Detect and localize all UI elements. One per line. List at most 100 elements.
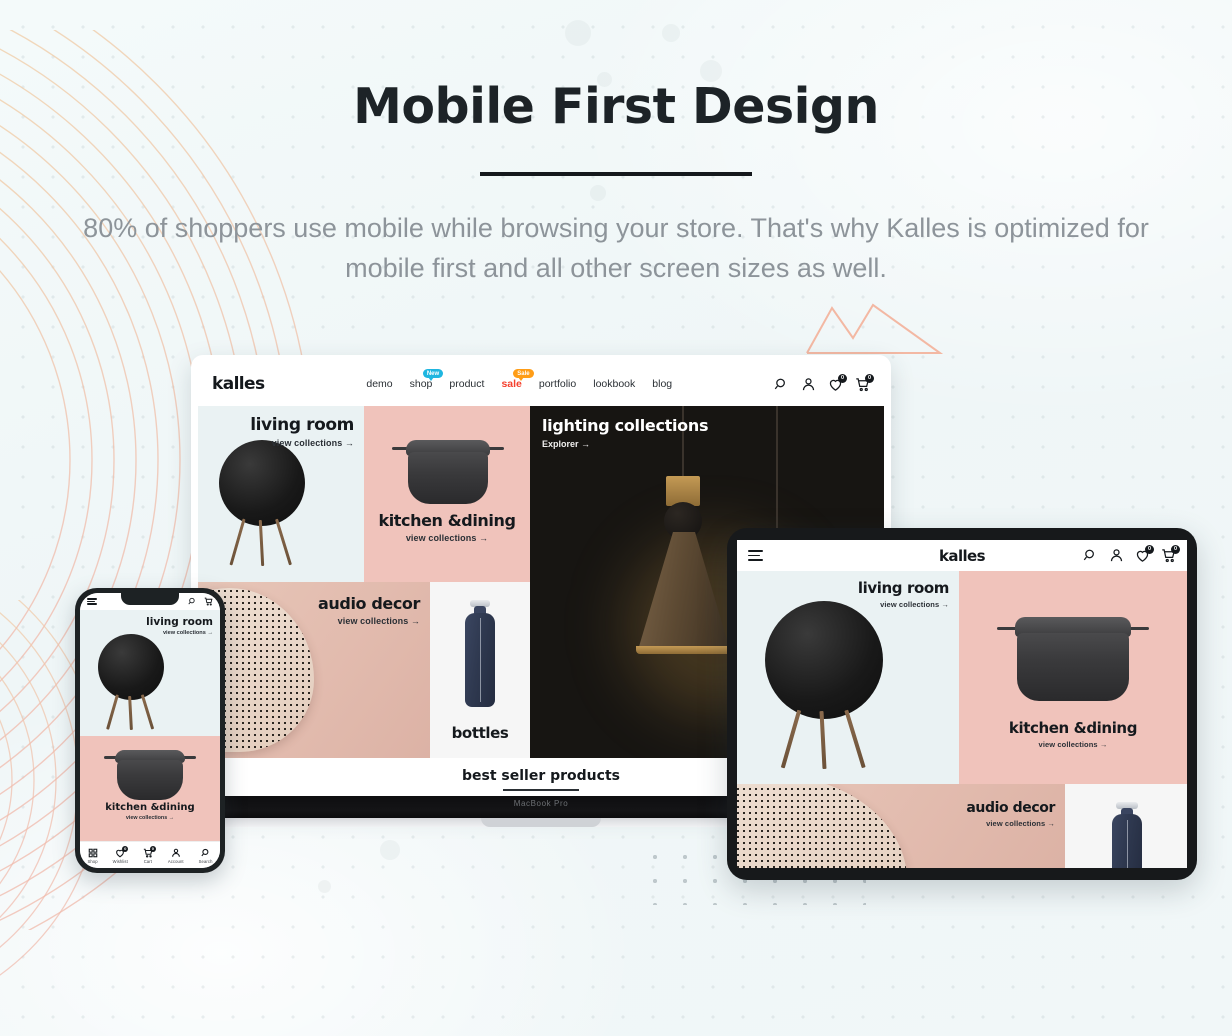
nav-item-label: portfolio [538,378,577,390]
nav-item-sale[interactable]: sale Sale [501,369,534,390]
title-underline [480,172,752,176]
phone-bottom-tabbar: Shop 0 Wishlist 0 Cart Account Search [80,841,220,868]
nav-item-shop[interactable]: shop New [410,369,444,390]
decor-blob [318,880,331,893]
cart-count: 0 [865,373,874,383]
collection-title: living room [857,579,949,597]
account-icon[interactable] [801,377,816,392]
laptop-notch [481,818,601,827]
collection-cta[interactable]: view collections → [80,815,220,821]
phone-screen: living room view collections → kitchen &… [80,593,220,868]
collection-caption: living room view collections → [146,616,213,636]
collection-cta[interactable]: Explorer → [542,439,708,449]
laptop-store-navbar: kalles demo shop New product sale Sale p… [198,362,884,406]
collection-card-bottles[interactable]: bottles [430,582,530,758]
mesh-speaker-illustration [737,784,907,868]
speaker-leg [229,518,246,566]
page-subtitle: 80% of shoppers use mobile while browsin… [83,213,1149,283]
speaker-leg [106,694,119,730]
lamp-base-collar [636,646,732,654]
collection-card-kitchen-dining[interactable]: kitchen &dining view collections → [959,571,1187,784]
nav-item-product[interactable]: product [449,378,484,390]
nav-item-label: demo [366,378,393,390]
store-logo[interactable]: kalles [212,374,265,394]
collection-title: kitchen &dining [1008,719,1138,737]
store-nav-links: demo shop New product sale Sale portfoli [366,369,672,390]
pot-illustration [104,744,196,802]
wishlist-heart-icon[interactable]: 0 [828,373,847,392]
phone-mockup: living room view collections → kitchen &… [75,588,225,873]
wishlist-heart-icon[interactable]: 0 [1135,545,1154,563]
tablet-hero-row-two: audio decor view collections → [737,784,1187,868]
collection-cta[interactable]: view collections → [858,600,949,609]
page-title: Mobile First Design [353,78,879,135]
speaker-leg [258,519,265,567]
speaker-leg [844,709,866,769]
grid-shop-icon [88,848,98,858]
collection-title: living room [250,415,354,435]
best-sellers-underline [503,788,579,791]
store-logo[interactable]: kalles [939,547,985,565]
account-icon[interactable] [1109,548,1124,563]
hamburger-menu-icon[interactable] [87,598,97,605]
cart-icon[interactable] [204,597,213,606]
tablet-screen: kalles 0 0 living room view collections … [737,540,1187,868]
badge-sale: Sale [513,369,534,381]
nav-item-label: lookbook [593,378,636,390]
collection-card-audio-decor[interactable]: audio decor view collections → [737,784,1065,868]
bottle-illustration [1109,802,1145,868]
best-sellers-heading: best seller products [462,767,620,784]
hamburger-menu-icon[interactable] [748,550,763,561]
speaker-illustration [94,634,170,731]
nav-item-portfolio[interactable]: portfolio [539,378,576,390]
collection-cta[interactable]: view collections → [146,630,213,636]
speaker-leg [275,518,292,566]
search-icon[interactable] [774,377,789,392]
speaker-leg [140,694,154,730]
collection-card-bottles[interactable] [1065,784,1187,868]
tablet-hero-grid: living room view collections → kitchen &… [737,571,1187,784]
collection-cta[interactable]: view collections → [966,819,1055,828]
store-nav-icons: 0 0 [774,373,874,392]
wishlist-count: 0 [122,846,129,852]
tablet-body: kalles 0 0 living room view collections … [727,528,1197,880]
tabbar-item-cart[interactable]: 0 Cart [143,846,156,864]
collection-cta[interactable]: view collections → [250,438,354,448]
tabbar-item-shop[interactable]: Shop [87,848,98,864]
collection-caption: kitchen &dining view collections → [372,511,522,543]
tabbar-item-label: Cart [143,859,152,864]
collection-card-audio-decor[interactable]: audio decor view collections → [198,582,430,758]
wishlist-count: 0 [838,373,847,383]
speaker-disc [765,601,883,719]
search-icon[interactable] [188,597,197,606]
tabbar-item-wishlist[interactable]: 0 Wishlist [112,846,129,864]
search-icon[interactable] [1083,548,1098,563]
collection-card-kitchen-dining[interactable]: kitchen &dining view collections → [80,736,220,841]
collection-card-living-room[interactable]: living room view collections → [80,610,220,736]
tabbar-item-label: Wishlist [112,859,128,864]
nav-item-label: product [449,378,485,390]
account-icon [171,848,181,858]
collection-caption: living room view collections → [250,415,354,448]
nav-item-blog[interactable]: blog [652,378,672,390]
collection-cta[interactable]: view collections → [372,533,522,543]
nav-item-demo[interactable]: demo [366,378,392,390]
collection-cta[interactable]: view collections → [318,616,420,626]
collection-card-living-room[interactable]: living room view collections → [737,571,959,784]
collection-title: living room [146,616,213,628]
tabbar-item-search[interactable]: Search [199,848,213,864]
collection-card-living-room[interactable]: living room view collections → [198,406,364,582]
collection-card-kitchen-dining[interactable]: kitchen &dining view collections → [364,406,530,582]
nav-item-lookbook[interactable]: lookbook [593,378,635,390]
tabbar-item-account[interactable]: Account [168,848,184,864]
hero-row-one: living room view collections → kitchen &… [198,406,530,582]
collection-cta[interactable]: view collections → [967,740,1179,749]
decor-blob [565,20,591,46]
cart-icon[interactable]: 0 [1161,545,1180,563]
hero-left-column: living room view collections → kitchen &… [198,406,530,758]
pot-body [1017,633,1129,701]
bottle-zip [1127,820,1128,868]
cart-icon[interactable]: 0 [855,373,874,392]
tablet-store-navbar: kalles 0 0 [737,540,1187,571]
cart-count: 0 [149,846,156,852]
